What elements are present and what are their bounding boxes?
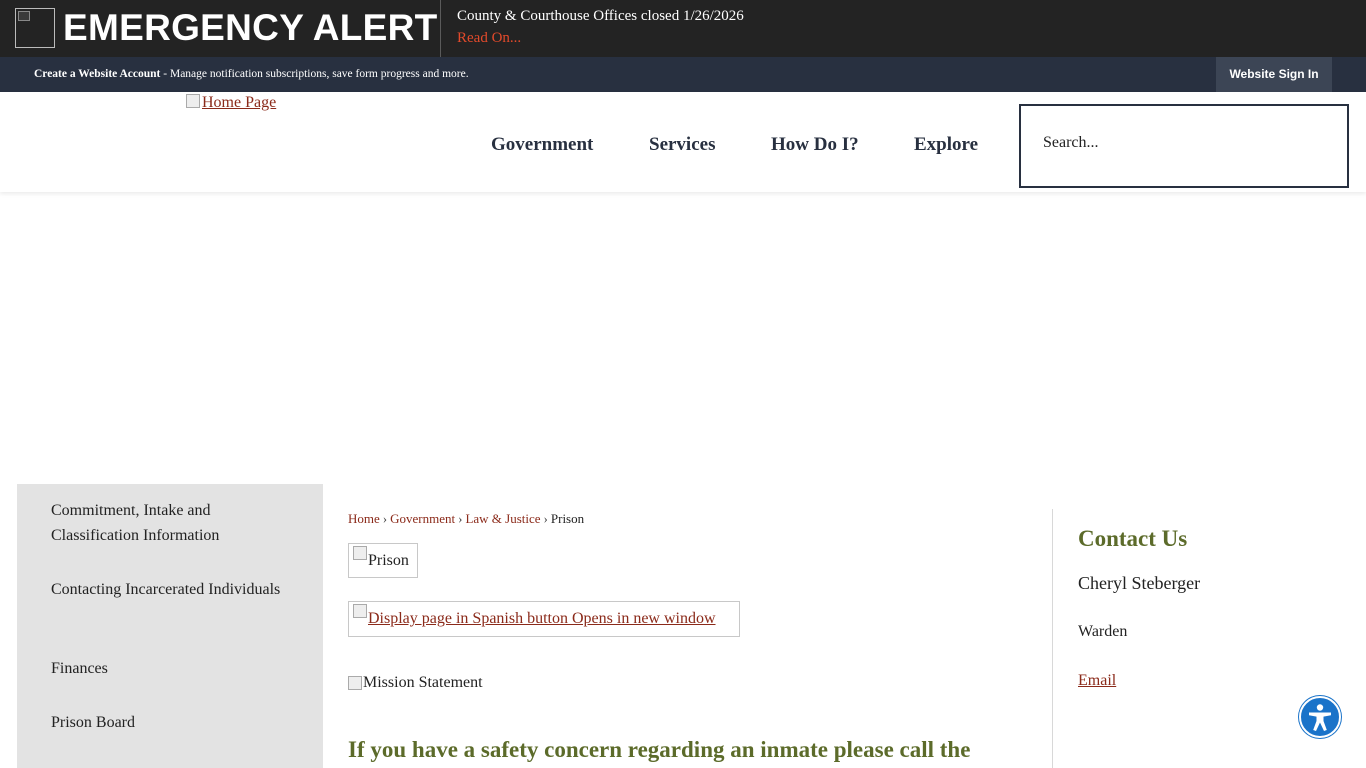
alert-title: EMERGENCY ALERT <box>63 7 438 48</box>
create-account-link[interactable]: Create a Website Account <box>34 68 160 80</box>
right-column-divider <box>1052 509 1053 768</box>
sidebar-nav: Commitment, Intake and Classification In… <box>17 484 323 768</box>
prison-image: Prison <box>348 543 418 578</box>
sidebar-item-commitment[interactable]: Commitment, Intake and Classification In… <box>51 498 291 548</box>
breadcrumb-current: Prison <box>550 511 585 526</box>
emergency-alert-bar: EMERGENCY ALERT County & Courthouse Offi… <box>0 0 1366 57</box>
nav-how-do-i[interactable]: How Do I? <box>771 134 859 156</box>
alert-divider <box>440 0 441 57</box>
prison-image-alt: Prison <box>368 552 409 569</box>
breadcrumb-separator: › <box>543 511 548 526</box>
site-header: Home Page Government Services How Do I? … <box>0 92 1366 192</box>
account-info: Create a Website Account - Manage notifi… <box>34 68 469 80</box>
broken-image-icon <box>353 604 367 618</box>
spanish-page-button[interactable]: Display page in Spanish button Opens in … <box>348 601 740 637</box>
breadcrumb-home[interactable]: Home <box>348 511 380 526</box>
home-page-logo-link[interactable]: Home Page <box>186 94 276 112</box>
nav-explore[interactable]: Explore <box>914 134 978 156</box>
account-description: - Manage notification subscriptions, sav… <box>160 68 469 80</box>
mission-image-alt: Mission Statement <box>363 674 483 691</box>
breadcrumb-separator: › <box>382 511 388 526</box>
sidebar-item-contacting-incarcerated[interactable]: Contacting Incarcerated Individuals <box>51 577 291 602</box>
spanish-button-alt: Display page in Spanish button Opens in … <box>368 610 716 627</box>
breadcrumb-government[interactable]: Government <box>390 511 455 526</box>
breadcrumb-law-justice[interactable]: Law & Justice <box>465 511 540 526</box>
search-box <box>1019 104 1349 188</box>
broken-image-icon <box>348 676 362 690</box>
sidebar-item-prison-board[interactable]: Prison Board <box>51 710 291 735</box>
website-sign-in-button[interactable]: Website Sign In <box>1216 57 1332 92</box>
breadcrumb-separator: › <box>458 511 463 526</box>
account-bar: Create a Website Account - Manage notifi… <box>0 57 1366 92</box>
sidebar-item-finances[interactable]: Finances <box>51 656 291 681</box>
home-page-logo-alt: Home Page <box>202 94 277 111</box>
broken-image-icon <box>15 8 55 48</box>
broken-image-icon <box>186 94 200 108</box>
accessibility-icon <box>1309 704 1331 731</box>
nav-government[interactable]: Government <box>491 134 593 156</box>
alert-message: County & Courthouse Offices closed 1/26/… <box>457 8 744 24</box>
contact-name: Cheryl Steberger <box>1078 573 1201 593</box>
safety-concern-heading: If you have a safety concern regarding a… <box>348 737 971 762</box>
broken-image-icon <box>353 546 367 560</box>
contact-role: Warden <box>1078 623 1128 640</box>
contact-us-title: Contact Us <box>1078 526 1188 551</box>
alert-read-on-link[interactable]: Read On... <box>457 30 521 47</box>
search-input[interactable] <box>1043 134 1333 152</box>
nav-services[interactable]: Services <box>649 134 715 156</box>
accessibility-button[interactable] <box>1299 696 1341 738</box>
contact-email-link[interactable]: Email <box>1078 672 1116 690</box>
breadcrumb: Home › Government › Law & Justice › Prison <box>348 511 584 527</box>
mission-statement-image: Mission Statement <box>348 674 483 692</box>
